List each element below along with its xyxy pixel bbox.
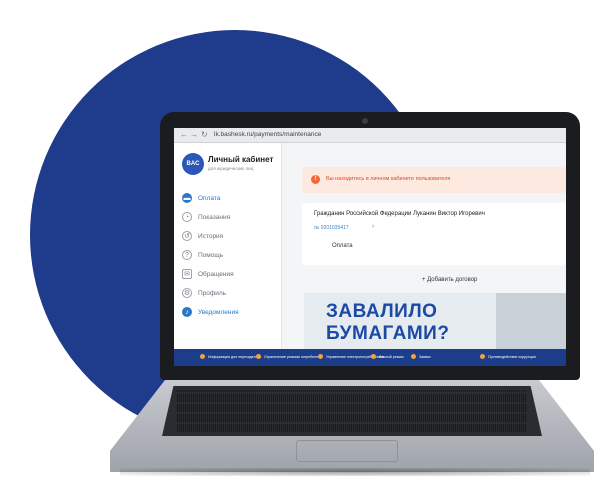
- footer-link[interactable]: Ограничение режима потребления: [256, 354, 322, 359]
- webcam: [362, 118, 368, 124]
- help-icon: ?: [182, 250, 192, 260]
- bulb-icon: [318, 354, 323, 359]
- promo-banner[interactable]: ЗАВАЛИЛО БУМАГАМИ?: [304, 293, 566, 353]
- alert-text: Вы находитесь в личном кабинете пользова…: [326, 176, 451, 182]
- browser-toolbar: ← → ↻ lk.bashesk.ru/payments/maintenance: [174, 128, 566, 143]
- gauge-icon: ◔: [182, 212, 192, 222]
- chevron-right-icon[interactable]: ›: [372, 223, 374, 230]
- sidebar-item-appeals[interactable]: ✉ Обращения: [182, 267, 278, 281]
- banner-headline-2: БУМАГАМИ?: [326, 323, 450, 344]
- payment-tab[interactable]: Оплата: [332, 243, 353, 249]
- shield-icon: [480, 354, 485, 359]
- logo-icon: BAC: [182, 153, 204, 175]
- footer-link-label: Противодействие коррупции: [488, 354, 536, 359]
- footer-link[interactable]: Противодействие коррупции: [480, 354, 536, 359]
- address-bar[interactable]: lk.bashesk.ru/payments/maintenance: [214, 131, 321, 138]
- laptop-keyboard: [162, 386, 542, 436]
- sidebar: BAC Личный кабинет для юридических лиц ▬…: [174, 143, 282, 349]
- brand[interactable]: BAC Личный кабинет для юридических лиц: [182, 153, 282, 179]
- add-contract-button[interactable]: + Добавить договор: [422, 277, 477, 283]
- reload-icon[interactable]: ↻: [201, 130, 208, 139]
- info-icon: [200, 354, 205, 359]
- contract-card: Гражданин Российской Федерации Луканин В…: [302, 203, 566, 265]
- profile-icon: ⚙: [182, 288, 192, 298]
- footer-link-label: Информация для нерезидентов: [208, 354, 262, 359]
- wallet-icon: ▬: [182, 193, 192, 203]
- restriction-icon: [256, 354, 261, 359]
- footer-link-label: Заявки: [419, 354, 431, 359]
- laptop-trackpad: [296, 440, 398, 462]
- home-icon: [371, 354, 376, 359]
- sidebar-item-label: Профиль: [198, 289, 227, 297]
- laptop-shadow: [120, 468, 590, 476]
- forward-icon[interactable]: →: [190, 130, 198, 139]
- sidebar-item-label: Уведомления: [198, 308, 239, 316]
- contract-holder-name: Гражданин Российской Федерации Луканин В…: [314, 211, 485, 217]
- banner-headline-1: ЗАВАЛИЛО: [326, 301, 438, 322]
- footer-bar: Информация для нерезидентов Ограничение …: [174, 349, 566, 366]
- footer-link[interactable]: Информация для нерезидентов: [200, 354, 261, 359]
- history-icon: ↺: [182, 231, 192, 241]
- bell-icon: ♪: [182, 307, 192, 317]
- alert-icon: !: [311, 175, 320, 184]
- sidebar-item-notifications[interactable]: ♪ Уведомления: [182, 305, 278, 319]
- banner-image: [496, 293, 566, 353]
- brand-subtitle: для юридических лиц: [208, 166, 254, 171]
- sidebar-item-label: Обращения: [198, 270, 234, 278]
- sidebar-item-readings[interactable]: ◔ Показания: [182, 210, 278, 224]
- sidebar-item-label: История: [198, 232, 224, 240]
- sidebar-item-payment[interactable]: ▬ Оплата: [182, 191, 278, 205]
- sidebar-item-help[interactable]: ? Помощь: [182, 248, 278, 262]
- keyboard-keys: [177, 390, 527, 432]
- footer-link-label: Ограничение режима потребления: [264, 354, 323, 359]
- footer-link-label: Личный режим: [379, 354, 404, 359]
- document-icon: [411, 354, 416, 359]
- sidebar-item-profile[interactable]: ⚙ Профиль: [182, 286, 278, 300]
- sidebar-item-label: Показания: [198, 213, 231, 221]
- footer-link[interactable]: Заявки: [411, 354, 431, 359]
- back-icon[interactable]: ←: [180, 130, 188, 139]
- laptop-screen: ← → ↻ lk.bashesk.ru/payments/maintenance…: [174, 128, 566, 366]
- sidebar-item-history[interactable]: ↺ История: [182, 229, 278, 243]
- account-number-link[interactable]: № 0201035417: [314, 225, 349, 231]
- brand-title: Личный кабинет: [208, 155, 274, 164]
- sidebar-item-label: Оплата: [198, 194, 221, 202]
- main-content: ! Вы находитесь в личном кабинете пользо…: [282, 143, 566, 353]
- sidebar-item-label: Помощь: [198, 251, 224, 259]
- footer-link[interactable]: Личный режим: [371, 354, 404, 359]
- mail-icon: ✉: [182, 269, 192, 279]
- info-alert: ! Вы находитесь в личном кабинете пользо…: [302, 167, 566, 193]
